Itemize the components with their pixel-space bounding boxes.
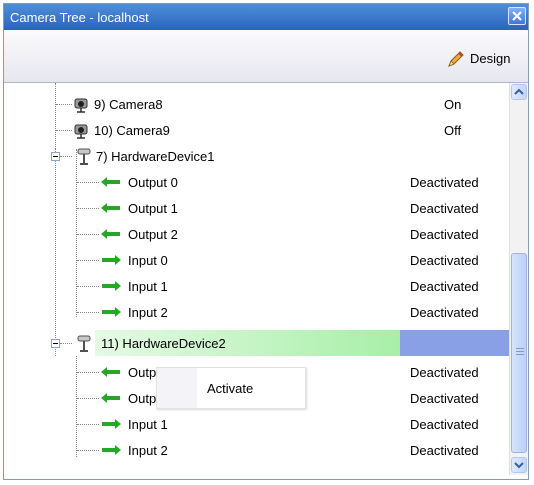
tree-item-output[interactable]: Output 0 Deactivated bbox=[4, 169, 509, 195]
tree-item-status: Deactivated bbox=[410, 227, 479, 242]
collapse-icon[interactable] bbox=[51, 339, 60, 348]
close-icon bbox=[512, 11, 522, 21]
tree-item-status: Deactivated bbox=[410, 201, 479, 216]
tree-item-label: Input 2 bbox=[128, 443, 168, 458]
tree-item-input[interactable]: Input 2 Deactivated bbox=[4, 437, 509, 463]
camera-tree: 9) Camera8 On 10) Camera9 Off 7) Hardwar… bbox=[4, 83, 528, 475]
tree-item-label: 9) Camera8 bbox=[94, 97, 163, 112]
input-arrow-icon bbox=[102, 445, 121, 455]
tree-item-label: 10) Camera9 bbox=[94, 123, 170, 138]
input-arrow-icon bbox=[102, 281, 121, 291]
tree-item-status: Deactivated bbox=[410, 175, 479, 190]
menu-item-activate-label: Activate bbox=[207, 381, 254, 396]
tree-item-status: Deactivated bbox=[410, 279, 479, 294]
tree-item-label: 11) HardwareDevice2 bbox=[101, 336, 226, 351]
scrollbar-grip bbox=[516, 348, 524, 355]
context-menu: Activate bbox=[156, 367, 306, 409]
tree-item-input[interactable]: Input 2 Deactivated bbox=[4, 299, 509, 325]
tree-item-label: 7) HardwareDevice1 bbox=[96, 149, 215, 164]
tree-item-camera[interactable]: 10) Camera9 Off bbox=[4, 117, 509, 143]
input-arrow-icon bbox=[102, 255, 121, 265]
output-arrow-icon bbox=[101, 203, 120, 213]
tree-rows: 9) Camera8 On 10) Camera9 Off 7) Hardwar… bbox=[4, 83, 509, 475]
hardware-device-icon bbox=[77, 335, 91, 352]
input-arrow-icon bbox=[102, 307, 121, 317]
tree-item-camera[interactable]: 9) Camera8 On bbox=[4, 91, 509, 117]
tree-item-label: Input 1 bbox=[128, 417, 168, 432]
tree-item-label: Output 1 bbox=[128, 201, 178, 216]
input-arrow-icon bbox=[102, 419, 121, 429]
tree-item-status: Deactivated bbox=[410, 391, 479, 406]
tree-item-input[interactable]: Input 1 Deactivated bbox=[4, 273, 509, 299]
design-button[interactable]: Design bbox=[446, 49, 520, 67]
camera-icon bbox=[74, 98, 88, 113]
tree-item-input[interactable]: Input 1 Deactivated bbox=[4, 411, 509, 437]
tree-item-label: Input 0 bbox=[128, 253, 168, 268]
scroll-up-button[interactable] bbox=[511, 84, 527, 100]
tree-item-status: Deactivated bbox=[410, 417, 479, 432]
output-arrow-icon bbox=[101, 393, 120, 403]
tree-item-status: Deactivated bbox=[410, 365, 479, 380]
tree-item-hardware-device-selected[interactable]: 11) HardwareDevice2 bbox=[4, 330, 509, 356]
tree-item-output[interactable]: Output 2 Deactivated bbox=[4, 221, 509, 247]
scroll-down-button[interactable] bbox=[511, 457, 527, 473]
camera-icon bbox=[74, 124, 88, 139]
toolbar: Design bbox=[4, 30, 528, 83]
tree-item-status: On bbox=[444, 97, 462, 112]
tree-item-label: Input 2 bbox=[128, 305, 168, 320]
design-label: Design bbox=[470, 51, 511, 66]
tree-item-label: Output 0 bbox=[128, 175, 178, 190]
selection-highlight-status bbox=[400, 330, 509, 356]
tree-item-status: Off bbox=[444, 123, 462, 138]
tree-item-label: Output 2 bbox=[128, 227, 178, 242]
hardware-device-icon bbox=[77, 148, 91, 165]
chevron-down-icon bbox=[514, 462, 524, 469]
tree-item-status: Deactivated bbox=[410, 443, 479, 458]
menu-item-activate[interactable]: Activate bbox=[157, 368, 305, 408]
title-bar[interactable]: Camera Tree - localhost bbox=[4, 4, 528, 30]
chevron-up-icon bbox=[514, 88, 524, 95]
tree-item-output[interactable]: Output 1 Deactivated bbox=[4, 195, 509, 221]
collapse-icon[interactable] bbox=[51, 152, 60, 161]
output-arrow-icon bbox=[101, 367, 120, 377]
tree-item-status: Deactivated bbox=[410, 305, 479, 320]
tree-item-label: Input 1 bbox=[128, 279, 168, 294]
output-arrow-icon bbox=[101, 177, 120, 187]
tree-item-input[interactable]: Input 0 Deactivated bbox=[4, 247, 509, 273]
close-button[interactable] bbox=[508, 7, 526, 25]
tree-item-status: Deactivated bbox=[410, 253, 479, 268]
output-arrow-icon bbox=[101, 229, 120, 239]
scrollbar-thumb[interactable] bbox=[511, 253, 527, 453]
pencil-icon bbox=[448, 51, 464, 67]
tree-item-hardware-device[interactable]: 7) HardwareDevice1 bbox=[4, 143, 509, 169]
vertical-scrollbar[interactable] bbox=[509, 83, 528, 475]
window-title: Camera Tree - localhost bbox=[10, 10, 149, 25]
